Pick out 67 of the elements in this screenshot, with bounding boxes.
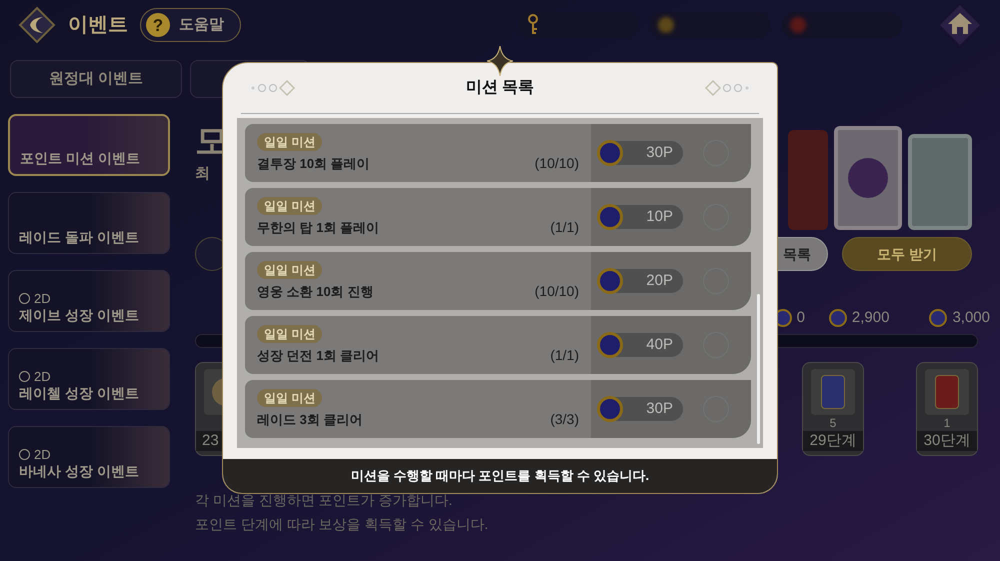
mission-tag: 일일 미션 [257,388,322,406]
diamond-logo-icon[interactable] [18,6,56,44]
timer-icon [19,371,30,382]
reward-stage: 29단계 [803,431,863,451]
timer-label: 2D [34,448,51,461]
milestone-points: 0 [796,308,805,328]
mission-progress: (3/3) [550,410,579,429]
reward-points: 20P [645,270,674,291]
reward-points: 40P [645,334,674,355]
timer-label: 2D [34,370,51,383]
tab[interactable]: 원정대 이벤트 [10,60,182,98]
reward-points: 10P [645,206,674,227]
dialog-footer: 미션을 수행할 때마다 포인트를 획득할 수 있습니다. [223,459,777,493]
point-coin-icon [828,309,847,327]
claim-all-button[interactable]: 모두 받기 [842,237,972,271]
reward-count: 5 [830,415,836,431]
timer-icon [19,293,30,304]
point-coin-icon [597,396,623,422]
mission-progress: (10/10) [534,154,579,173]
subtitle: 최 [195,164,211,184]
sidebar-item[interactable]: 레이드 돌파 이벤트 [8,192,170,254]
sidebar-label: 포인트 미션 이벤트 [20,149,141,168]
mission-name: 결투장 10회 플레이 [257,155,370,173]
mission-tag: 일일 미션 [257,260,322,278]
sidebar-item[interactable]: 포인트 미션 이벤트 [8,114,170,176]
home-icon[interactable] [938,3,982,47]
reward-points: 30P [645,398,674,419]
sidebar-label: 레이첼 성장 이벤트 [19,384,140,403]
gem-icon [790,17,806,33]
scrollbar[interactable] [756,294,760,444]
point-coin-icon [597,268,623,294]
mission-tag: 일일 미션 [257,132,322,150]
page-title: 이벤트 [68,13,128,38]
question-icon: ? [145,12,171,38]
mission-tag: 일일 미션 [257,324,322,342]
point-coin-icon [597,204,623,230]
point-coin-icon [929,309,948,327]
sidebar-item[interactable]: 2D 제이브 성장 이벤트 [8,270,170,332]
note-text: 각 미션을 진행하면 포인트가 증가합니다. [195,491,454,510]
point-coin-icon [597,140,623,166]
star-ornament-icon [487,46,513,76]
mission-progress: (10/10) [534,282,579,301]
mission-progress: (1/1) [550,218,579,237]
mission-name: 성장 던전 1회 클리어 [257,347,380,365]
reward-stage: 30단계 [917,431,977,451]
mission-name: 레이드 3회 클리어 [257,411,362,429]
milestone-points: 3,000 [952,308,990,328]
coin-icon [658,17,674,33]
mission-name: 무한의 탑 1회 플레이 [257,219,380,237]
help-button[interactable]: ? 도움말 [140,8,241,42]
sidebar-label: 바네사 성장 이벤트 [19,462,140,481]
reward-points: 30P [645,142,674,163]
timer-label: 2D [34,292,51,305]
mission-progress: (1/1) [550,346,579,365]
mission-name: 영웅 소환 10회 진행 [257,283,374,301]
timer-icon [19,449,30,460]
sidebar-item[interactable]: 2D 레이첼 성장 이벤트 [8,348,170,410]
key-icon [526,14,540,36]
mission-tag: 일일 미션 [257,196,322,214]
sidebar-label: 제이브 성장 이벤트 [19,306,140,325]
note-text: 포인트 단계에 따라 보상을 획득할 수 있습니다. [195,515,490,534]
milestone-points: 2,900 [852,308,890,328]
dialog-title: 미션 목록 [466,78,534,98]
point-coin-icon [597,332,623,358]
sidebar-label: 레이드 돌파 이벤트 [19,228,140,247]
reward-count: 1 [944,415,950,431]
sidebar-item[interactable]: 2D 바네사 성장 이벤트 [8,426,170,488]
